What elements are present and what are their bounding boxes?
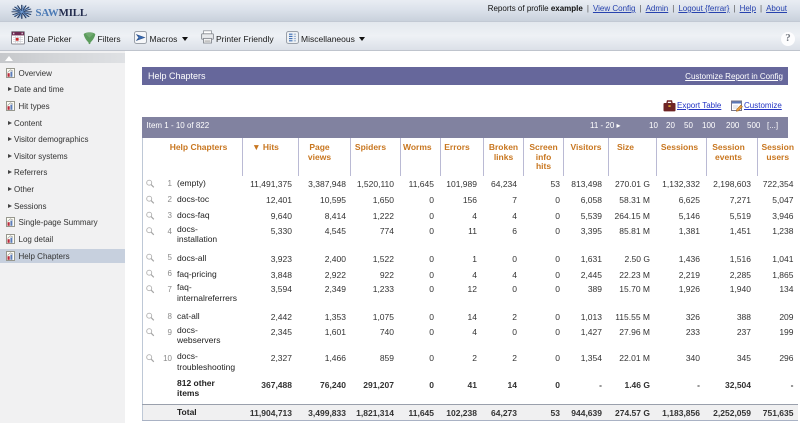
svg-text:SAWMILL: SAWMILL [36, 7, 88, 19]
